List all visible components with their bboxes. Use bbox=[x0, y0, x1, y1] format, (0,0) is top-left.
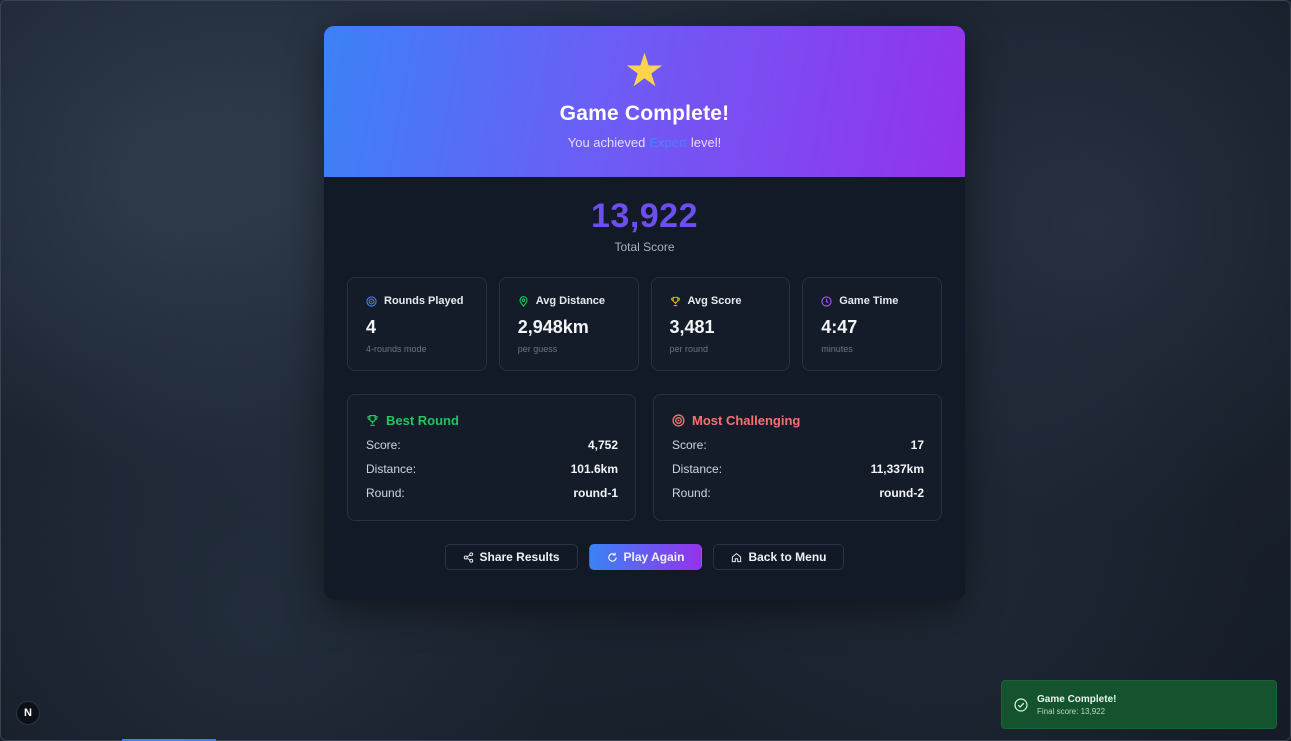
home-icon bbox=[732, 552, 742, 562]
stat-note: per guess bbox=[517, 344, 558, 354]
stat-label: Rounds Played bbox=[384, 295, 464, 307]
level-text: Expert bbox=[649, 135, 687, 150]
most-challenging-panel: Most Challenging Score: 17 Distance: 11,33… bbox=[653, 394, 942, 521]
clock-icon bbox=[821, 295, 832, 307]
best-round-title: Best Round bbox=[386, 413, 459, 428]
stat-label: Game Time bbox=[839, 295, 899, 307]
most-challenging-round: round-2 bbox=[879, 486, 924, 500]
best-round-score: 4,752 bbox=[587, 438, 618, 452]
stat-value: 2,948km bbox=[517, 317, 589, 337]
map-pin-icon bbox=[519, 295, 528, 307]
total-score: 13,922 Total Score bbox=[324, 177, 965, 254]
stat-note: minutes bbox=[821, 344, 853, 354]
stat-note: per round bbox=[669, 344, 709, 354]
share-icon bbox=[463, 551, 473, 563]
results-card: ★ Game Complete! You achieved Expert level… bbox=[324, 26, 965, 600]
stats-grid: Rounds Played 4 4-rounds mode Avg Distan… bbox=[324, 277, 965, 371]
most-challenging-score: 17 bbox=[910, 438, 924, 452]
toast-title: Game Complete! bbox=[1037, 693, 1117, 705]
back-to-menu-button[interactable]: Back to Menu bbox=[713, 544, 845, 570]
check-circle-icon bbox=[1014, 697, 1028, 712]
refresh-icon bbox=[607, 552, 617, 562]
stat-note: 4-rounds mode bbox=[366, 344, 427, 354]
trophy-icon bbox=[367, 414, 378, 427]
level-subtitle: You achieved Expert level! bbox=[567, 135, 722, 150]
trophy-icon bbox=[670, 296, 680, 306]
stat-value: 4:47 bbox=[821, 317, 858, 337]
toast-message: Final score: 13,922 bbox=[1037, 706, 1106, 716]
best-round-distance: 101.6km bbox=[570, 462, 618, 476]
stat-value: 4 bbox=[366, 317, 377, 337]
dev-tools-badge[interactable]: N bbox=[16, 701, 40, 725]
page-title: Game Complete! bbox=[559, 102, 730, 125]
stat-avg-distance: Avg Distance 2,948km per guess bbox=[498, 277, 639, 371]
stat-avg-score: Avg Score 3,481 per round bbox=[650, 277, 791, 371]
stat-game-time: Game Time 4:47 minutes bbox=[802, 277, 942, 371]
most-challenging-title: Most Challenging bbox=[692, 413, 801, 428]
most-challenging-distance: 11,337km bbox=[870, 462, 924, 476]
share-results-button[interactable]: Share Results bbox=[444, 544, 578, 570]
total-score-value: 13,922 bbox=[591, 197, 698, 235]
best-round-panel: Best Round Score: 4,752 Distance: 101.6km … bbox=[347, 394, 636, 521]
star-icon: ★ bbox=[623, 44, 666, 96]
total-score-label: Total Score bbox=[614, 240, 675, 254]
best-round-round: round-1 bbox=[573, 486, 618, 500]
target-icon bbox=[672, 414, 685, 427]
stat-label: Avg Distance bbox=[535, 295, 606, 307]
success-toast[interactable]: Game Complete! Final score: 13,922 bbox=[1001, 680, 1277, 729]
stat-value: 3,481 bbox=[669, 317, 715, 337]
target-icon bbox=[366, 295, 377, 307]
round-highlights: Best Round Score: 4,752 Distance: 101.6km … bbox=[324, 394, 965, 521]
stat-label: Avg Score bbox=[687, 295, 742, 307]
play-again-button[interactable]: Play Again bbox=[588, 544, 703, 570]
stat-rounds-played: Rounds Played 4 4-rounds mode bbox=[347, 277, 487, 371]
results-header: ★ Game Complete! You achieved Expert level… bbox=[324, 26, 965, 177]
action-bar: Share Results Play Again Back to Menu bbox=[324, 544, 965, 570]
